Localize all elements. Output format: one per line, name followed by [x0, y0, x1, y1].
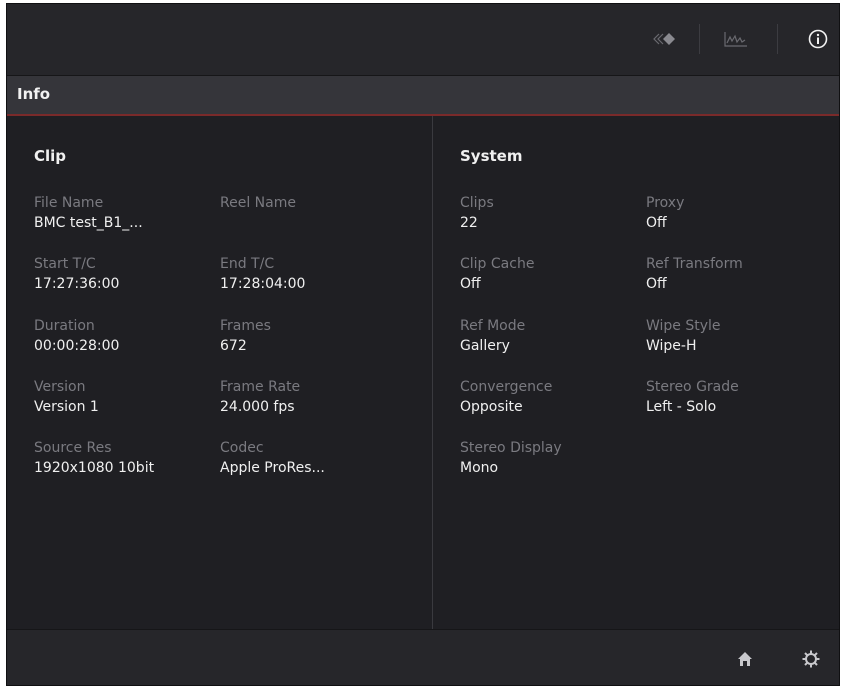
field-label: Source Res: [34, 440, 112, 456]
field-value: Off: [646, 215, 667, 231]
field-label: Stereo Grade: [646, 379, 739, 395]
system-field-stereo-display: Stereo Display Mono: [460, 439, 640, 477]
toolbar-separator: [699, 24, 700, 54]
field-label: Ref Transform: [646, 256, 743, 272]
clip-field-end-tc: End T/C 17:28:04:00: [220, 255, 400, 293]
field-value: Left - Solo: [646, 399, 717, 415]
system-field-proxy: Proxy Off: [646, 194, 826, 232]
field-label: Duration: [34, 318, 95, 334]
field-value: 24.000 fps: [220, 399, 295, 415]
field-value: 00:00:28:00: [34, 338, 120, 354]
field-value: 22: [460, 215, 478, 231]
field-label: Proxy: [646, 195, 685, 211]
field-value: Off: [646, 276, 667, 292]
toolbar-separator: [777, 24, 778, 54]
field-value: Opposite: [460, 399, 523, 415]
settings-button[interactable]: [800, 648, 822, 670]
field-value: Version 1: [34, 399, 99, 415]
field-value: BMC test_B1_...: [34, 215, 143, 231]
info-window: Info Clip File Name BMC test_B1_... Reel…: [6, 3, 840, 686]
field-label: Ref Mode: [460, 318, 526, 334]
clip-heading: Clip: [34, 147, 67, 165]
clip-field-codec: Codec Apple ProRes...: [220, 439, 400, 477]
scopes-icon: [724, 32, 747, 47]
scopes-button[interactable]: [716, 22, 756, 56]
field-label: Reel Name: [220, 195, 296, 211]
clip-field-source-res: Source Res 1920x1080 10bit: [34, 439, 214, 477]
system-heading: System: [460, 147, 523, 165]
field-label: Clip Cache: [460, 256, 535, 272]
field-label: Start T/C: [34, 256, 96, 272]
field-label: File Name: [34, 195, 104, 211]
top-toolbar: [7, 4, 839, 76]
field-label: Frame Rate: [220, 379, 301, 395]
home-icon: [738, 652, 752, 666]
gear-icon: [802, 650, 820, 668]
field-label: Codec: [220, 440, 264, 456]
field-label: Version: [34, 379, 86, 395]
field-value: 17:27:36:00: [34, 276, 120, 292]
system-field-clips: Clips 22: [460, 194, 640, 232]
system-field-convergence: Convergence Opposite: [460, 378, 640, 416]
system-panel: System Clips 22 Proxy Off Clip Cache Off…: [433, 116, 839, 629]
field-value: 672: [220, 338, 247, 354]
clip-field-reel-name: Reel Name: [220, 194, 400, 214]
info-button[interactable]: [798, 22, 838, 56]
field-label: End T/C: [220, 256, 275, 272]
clip-field-file-name: File Name BMC test_B1_...: [34, 194, 214, 232]
clip-field-start-tc: Start T/C 17:27:36:00: [34, 255, 214, 293]
field-value: Off: [460, 276, 481, 292]
system-field-ref-mode: Ref Mode Gallery: [460, 317, 640, 355]
field-label: Clips: [460, 195, 494, 211]
clip-field-frames: Frames 672: [220, 317, 400, 355]
info-icon: [808, 29, 828, 49]
system-field-ref-transform: Ref Transform Off: [646, 255, 826, 293]
panel-header: Info: [7, 76, 839, 116]
field-value: Wipe-H: [646, 338, 697, 354]
system-field-stereo-grade: Stereo Grade Left - Solo: [646, 378, 826, 416]
clip-panel: Clip File Name BMC test_B1_... Reel Name…: [7, 116, 433, 629]
home-button[interactable]: [734, 648, 756, 670]
keyframes-icon: [653, 33, 675, 45]
clip-field-duration: Duration 00:00:28:00: [34, 317, 214, 355]
field-label: Frames: [220, 318, 271, 334]
field-value: 17:28:04:00: [220, 276, 306, 292]
field-value: Mono: [460, 460, 499, 476]
bottom-toolbar: [7, 629, 839, 685]
system-field-wipe-style: Wipe Style Wipe-H: [646, 317, 826, 355]
clip-field-frame-rate: Frame Rate 24.000 fps: [220, 378, 400, 416]
field-value: Apple ProRes...: [220, 460, 325, 476]
clip-field-version: Version Version 1: [34, 378, 214, 416]
field-label: Stereo Display: [460, 440, 562, 456]
keyframes-button[interactable]: [645, 22, 685, 56]
panel-title: Info: [17, 85, 51, 103]
field-label: Convergence: [460, 379, 553, 395]
field-label: Wipe Style: [646, 318, 721, 334]
system-field-clip-cache: Clip Cache Off: [460, 255, 640, 293]
field-value: 1920x1080 10bit: [34, 460, 155, 476]
field-value: Gallery: [460, 338, 510, 354]
